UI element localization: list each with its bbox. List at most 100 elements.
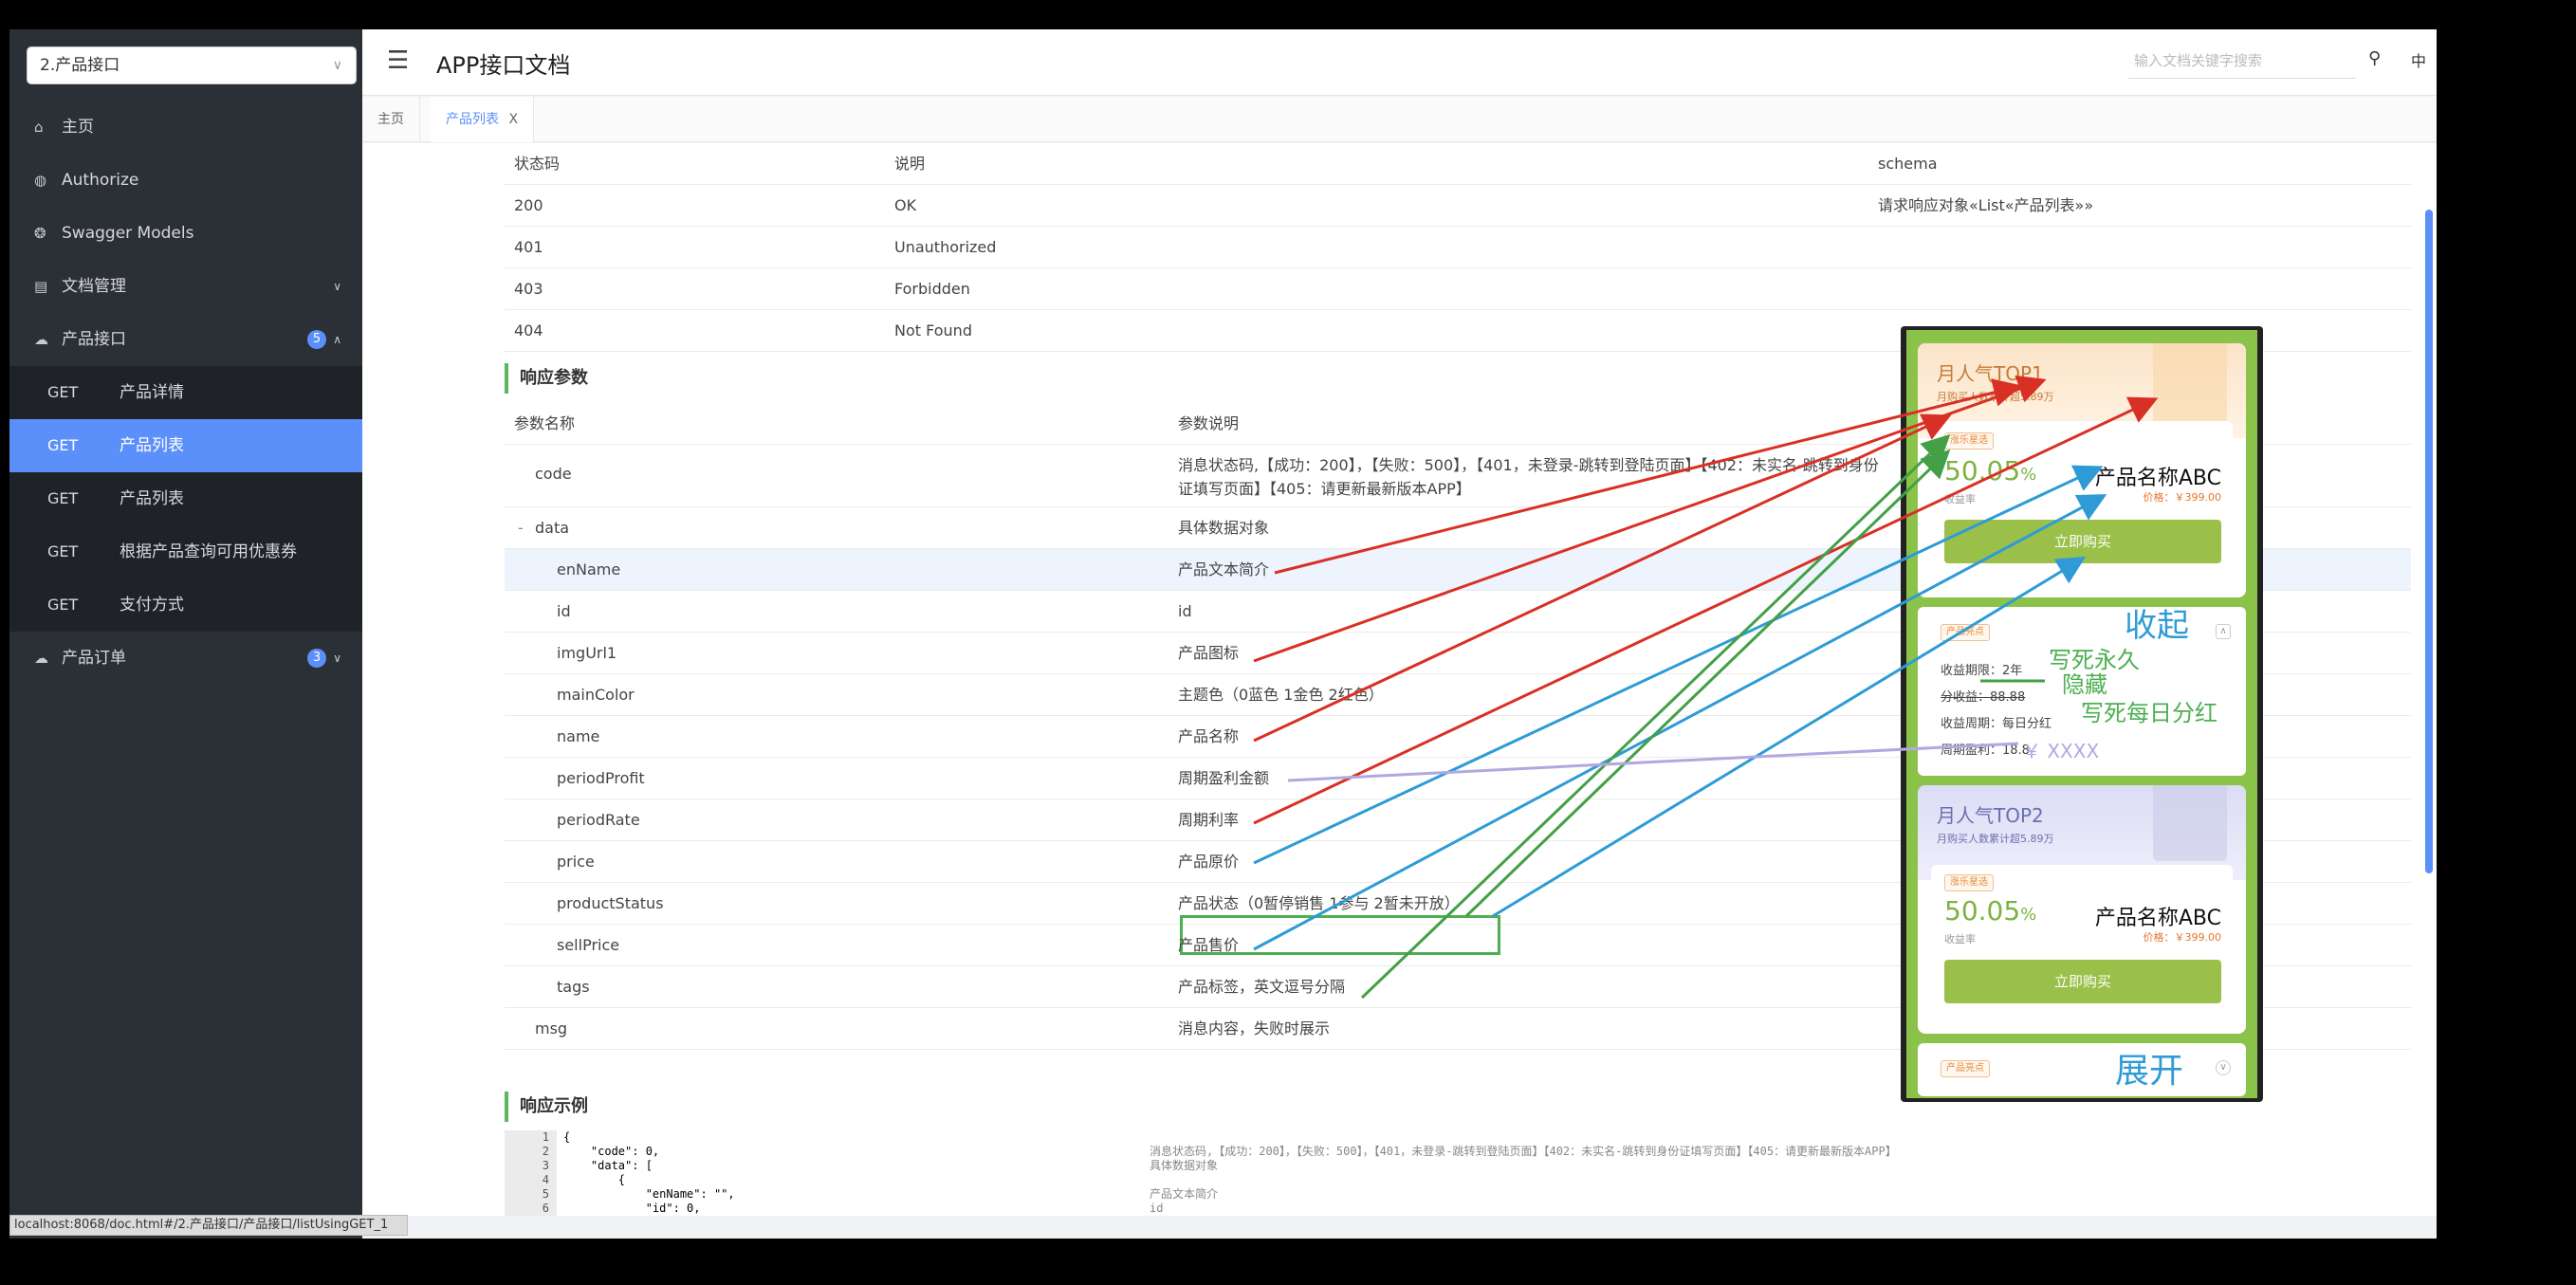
sidebar-subitem-product-list-active[interactable]: GET 产品列表 (9, 419, 362, 472)
chevron-down-icon: ∨ (333, 652, 341, 665)
cell: 401 (514, 238, 543, 256)
param-name: periodProfit (557, 769, 645, 787)
search-icon[interactable]: ⚲ (2368, 48, 2381, 68)
param-desc: 周期利率 (1178, 811, 1240, 829)
table-row: 200 OK 请求响应对象«List«产品列表»» (505, 185, 2411, 227)
param-name: mainColor (557, 686, 635, 704)
param-name: msg (535, 1019, 568, 1037)
param-desc: 具体数据对象 (1178, 519, 1270, 537)
column-header: 说明 (894, 155, 926, 173)
product-tag: 涨乐星选 (1944, 874, 1994, 891)
product-price: 价格：￥399.00 (2143, 491, 2222, 504)
sidebar-subitem-payment[interactable]: GET 支付方式 (9, 578, 362, 632)
code-line: "data": [ (563, 1159, 653, 1172)
highlight-card-collapsed: 产品亮点 ∨ (1918, 1043, 2246, 1096)
rate-number: 50.05 (1944, 895, 2021, 927)
tab-label: 产品列表 (446, 112, 499, 127)
param-desc: 产品图标 (1178, 644, 1240, 662)
subitem-label: 根据产品查询可用优惠券 (120, 542, 297, 561)
param-name: periodRate (557, 811, 640, 829)
param-desc: 证填写页面】【405：请更新最新版本APP】 (1178, 480, 1471, 498)
param-name: sellPrice (557, 936, 620, 954)
cell: OK (894, 196, 917, 214)
collapse-toggle[interactable]: - (518, 507, 524, 549)
sidebar: 2.产品接口 ∨ ⌂ 主页 ◍ Authorize ❂ Swagger Mode… (9, 29, 362, 1239)
cell: Not Found (894, 321, 972, 340)
sidebar-item-product-order[interactable]: ☁ 产品订单 3 ∨ (9, 632, 362, 685)
param-desc: 产品文本简介 (1178, 560, 1270, 578)
tab-label: 主页 (377, 112, 404, 127)
group-select[interactable]: 2.产品接口 ∨ (27, 46, 357, 84)
table-row: 403 Forbidden (505, 268, 2411, 310)
product-name: 产品名称ABC (2094, 467, 2221, 490)
column-header: 参数说明 (1178, 414, 1240, 432)
sidebar-item-label: Swagger Models (62, 224, 194, 243)
sidebar-item-home[interactable]: ⌂ 主页 (9, 101, 362, 154)
subitem-label: 产品列表 (120, 436, 184, 455)
method-label: GET (47, 383, 79, 401)
product-card-1: 月人气TOP1 月购买人数累计超5.89万 涨乐星选 50.05% 收益率 产品… (1918, 343, 2246, 597)
subitem-label: 支付方式 (120, 596, 184, 615)
rate-unit: % (2020, 905, 2037, 925)
product-card-2: 月人气TOP2 月购买人数累计超5.89万 涨乐星选 50.05% 收益率 产品… (1918, 785, 2246, 1034)
sidebar-item-authorize[interactable]: ◍ Authorize (9, 154, 362, 207)
method-label: GET (47, 596, 79, 614)
section-title: 响应参数 (505, 363, 789, 394)
line-number: 2 (542, 1145, 549, 1158)
language-toggle[interactable]: 中 (2411, 48, 2426, 71)
param-desc: 主题色（0蓝色 1金色 2红色） (1178, 686, 1384, 704)
param-name: name (557, 727, 600, 745)
code-line: "enName": "", (563, 1187, 735, 1201)
method-label: GET (47, 436, 79, 454)
param-desc: 产品标签，英文逗号分隔 (1178, 978, 1346, 996)
sidebar-item-label: 文档管理 (62, 277, 126, 296)
code-comment: id (1150, 1202, 1164, 1215)
count-badge: 5 (307, 330, 326, 349)
param-desc: 周期盈利金额 (1178, 769, 1270, 787)
param-name: code (535, 465, 572, 483)
close-icon[interactable]: X (508, 112, 518, 127)
authorize-icon: ◍ (34, 172, 47, 189)
cell: Unauthorized (894, 238, 997, 256)
param-name: productStatus (557, 894, 664, 912)
line-number: 3 (542, 1159, 549, 1172)
sidebar-subitem-coupons[interactable]: GET 根据产品查询可用优惠券 (9, 525, 362, 578)
highlight-tag: 产品亮点 (1941, 1060, 1990, 1077)
top-bar: ☰ APP接口文档 输入文档关键字搜索 ⚲ 中 (362, 29, 2437, 96)
sidebar-subitem-product-list[interactable]: GET 产品列表 (9, 472, 362, 525)
search-input[interactable]: 输入文档关键字搜索 (2128, 43, 2356, 79)
sidebar-item-label: Authorize (62, 171, 139, 190)
param-desc: 消息内容，失败时展示 (1178, 1019, 1331, 1037)
buy-button[interactable]: 立即购买 (1944, 520, 2221, 563)
tab-bar: 主页 产品列表 X (362, 97, 2437, 142)
menu-fold-icon[interactable]: ☰ (387, 46, 409, 75)
rank-medal-icon (2153, 785, 2227, 861)
sidebar-subitem-product-detail[interactable]: GET 产品详情 (9, 366, 362, 419)
sidebar-item-product-api[interactable]: ☁ 产品接口 5 ∧ (9, 313, 362, 366)
rate-number: 50.05 (1944, 455, 2021, 486)
sidebar-item-doc-manage[interactable]: ▤ 文档管理 ∨ (9, 260, 362, 313)
expand-icon[interactable]: ∨ (2216, 1060, 2231, 1075)
code-line: "id": 0, (563, 1202, 701, 1215)
tab-home[interactable]: 主页 (362, 97, 420, 142)
collapse-icon[interactable]: ∧ (2216, 624, 2231, 639)
table-header-row: 状态码 说明 schema (505, 143, 2411, 185)
rate-value: 50.05% (1944, 455, 2036, 486)
sidebar-item-swagger-models[interactable]: ❂ Swagger Models (9, 207, 362, 260)
method-label: GET (47, 489, 79, 507)
product-price: 价格：￥399.00 (2143, 931, 2222, 944)
product-info: 涨乐星选 50.05% 收益率 产品名称ABC 价格：￥399.00 立即购买 (1931, 421, 2233, 577)
doc-manage-icon: ▤ (34, 278, 48, 295)
count-badge: 3 (307, 649, 326, 668)
buy-button[interactable]: 立即购买 (1944, 960, 2221, 1003)
scrollbar[interactable] (2425, 210, 2433, 873)
annotation-daily: 写死每日分红 (2081, 700, 2217, 726)
rank-medal-icon (2153, 343, 2227, 429)
code-line: "code": 0, (563, 1145, 660, 1158)
highlight-bullet: 分收益：88.88 (1941, 690, 2026, 705)
tab-product-list[interactable]: 产品列表 X (431, 97, 535, 142)
sidebar-item-label: 产品订单 (62, 649, 126, 668)
code-editor[interactable]: 1 2 3 4 5 6 { "code": 0, "data": [ { "en… (505, 1130, 2411, 1216)
line-gutter: 1 2 3 4 5 6 (505, 1130, 557, 1216)
cell: 请求响应对象«List«产品列表»» (1878, 196, 2094, 214)
